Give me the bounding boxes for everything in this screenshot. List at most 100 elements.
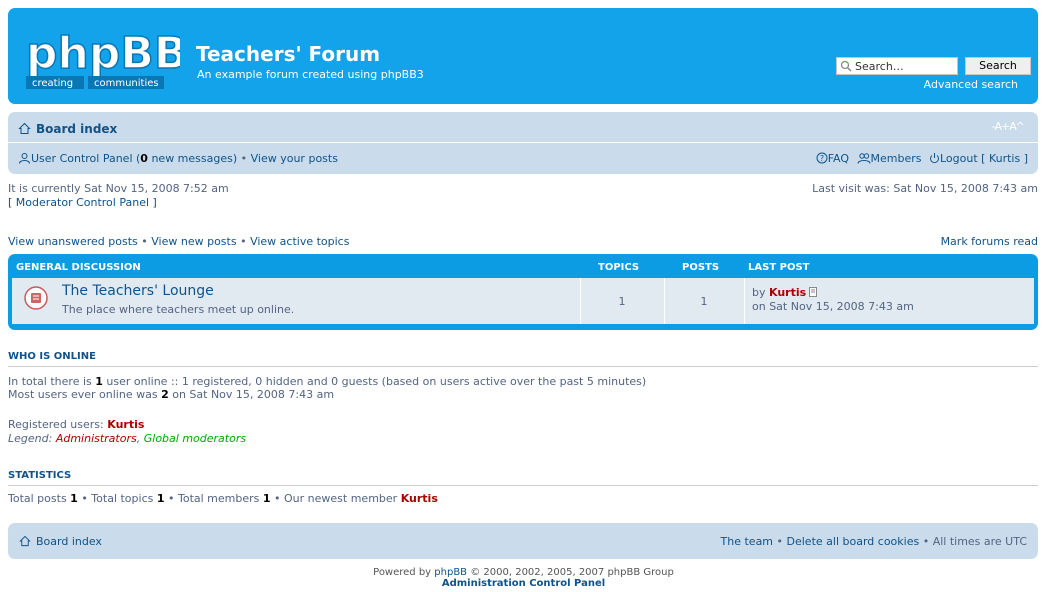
advanced-search-link[interactable]: Advanced search	[924, 78, 1018, 91]
newest-member-label: • Our newest member	[270, 492, 401, 505]
search-button[interactable]: Search	[965, 57, 1031, 75]
home-icon[interactable]	[18, 122, 31, 135]
navbar-top-row: Board index -A+A^	[8, 112, 1038, 143]
last-post-by: by	[752, 286, 769, 299]
online-total-post: user online :: 1 registered, 0 hidden an…	[102, 375, 647, 388]
forum-row: The Teachers' Lounge The place where tea…	[12, 278, 1034, 324]
view-latest-post-icon[interactable]	[809, 287, 818, 297]
members-link[interactable]: Members	[871, 152, 922, 165]
last-post-user-link[interactable]: Kurtis	[769, 286, 806, 299]
column-divider	[580, 278, 581, 324]
forum-posts-count: 1	[700, 295, 708, 308]
search-placeholder: Search…	[855, 60, 904, 73]
unanswered-posts-link[interactable]: View unanswered posts	[8, 235, 138, 248]
search-input[interactable]: Search…	[836, 57, 958, 75]
search-links: View unanswered posts • View new posts •…	[8, 235, 349, 248]
font-resize-icon[interactable]: -A+A^	[992, 120, 1025, 133]
logout-icon	[930, 153, 939, 164]
forum-topics-count: 1	[618, 295, 626, 308]
faq-link[interactable]: FAQ	[828, 152, 849, 165]
new-messages-suffix: new messages)	[147, 152, 238, 165]
online-record-pre: Most users ever online was	[8, 388, 162, 401]
separator: •	[237, 152, 251, 165]
user-icon	[19, 153, 30, 164]
legend-separator: ,	[136, 432, 144, 445]
mark-forums-read-link[interactable]: Mark forums read	[941, 235, 1038, 248]
the-team-link[interactable]: The team	[721, 535, 774, 548]
divider	[8, 485, 1038, 486]
column-divider	[744, 278, 745, 324]
current-time: It is currently Sat Nov 15, 2008 7:52 am	[8, 182, 229, 195]
online-record-post: on Sat Nov 15, 2008 7:43 am	[168, 388, 335, 401]
ucp-label: User Control Panel (	[31, 152, 141, 165]
nav-right-links: ? FAQ Members Logout [ Kurtis ]	[816, 152, 1028, 165]
posts-header: POSTS	[682, 262, 720, 273]
separator: •	[236, 235, 251, 248]
logout-group: Logout [ Kurtis ]	[929, 152, 1028, 165]
total-topics-label: • Total topics	[77, 492, 157, 505]
administration-control-panel-link[interactable]: Administration Control Panel	[442, 578, 605, 589]
phpbb-logo[interactable]: phpBB creating communities	[24, 30, 180, 92]
last-visit: Last visit was: Sat Nov 15, 2008 7:43 am	[812, 182, 1038, 195]
total-posts-label: Total posts	[8, 492, 71, 505]
timezone-note: All times are UTC	[932, 535, 1027, 548]
home-icon[interactable]	[19, 535, 31, 547]
divider	[8, 366, 1038, 367]
total-members-label: • Total members	[164, 492, 263, 505]
total-topics: 1	[156, 492, 165, 505]
copyright: Powered by phpBB © 2000, 2002, 2005, 200…	[0, 567, 1047, 589]
ucp-link[interactable]: User Control Panel (0 new messages)	[31, 152, 237, 165]
search-icon	[840, 60, 852, 72]
total-members: 1	[262, 492, 271, 505]
logo-tagline-right: communities	[94, 78, 159, 89]
online-record-count: 2	[161, 388, 169, 401]
separator: •	[137, 235, 152, 248]
site-header: phpBB creating communities Teachers' For…	[8, 8, 1038, 104]
who-is-online-title[interactable]: WHO IS ONLINE	[8, 351, 96, 362]
legend-label: Legend:	[8, 432, 56, 445]
last-post-time: on Sat Nov 15, 2008 7:43 am	[752, 300, 914, 313]
svg-text:?: ?	[820, 154, 824, 163]
powered-by-post: © 2000, 2002, 2005, 2007 phpBB Group	[467, 567, 674, 578]
delete-cookies-link[interactable]: Delete all board cookies	[787, 535, 920, 548]
site-title: Teachers' Forum	[196, 42, 381, 66]
online-total-pre: In total there is	[8, 375, 96, 388]
statistics-line: Total posts 1 • Total topics 1 • Total m…	[8, 492, 438, 505]
view-your-posts-link[interactable]: View your posts	[251, 152, 338, 165]
statistics-title: STATISTICS	[8, 470, 72, 481]
online-total: In total there is 1 user online :: 1 reg…	[8, 375, 646, 388]
separator: •	[773, 535, 787, 548]
forum-title-link[interactable]: The Teachers' Lounge	[62, 283, 214, 299]
new-posts-link[interactable]: View new posts	[151, 235, 236, 248]
board-index-link[interactable]: Board index	[36, 122, 117, 136]
forum-category-box: GENERAL DISCUSSION TOPICS POSTS LAST POS…	[8, 254, 1038, 330]
site-description: An example forum created using phpBB3	[197, 68, 424, 81]
logo-text: phpBB	[26, 30, 180, 79]
global-moderators-link[interactable]: Global moderators	[144, 432, 246, 445]
topics-header: TOPICS	[598, 262, 640, 273]
online-record: Most users ever online was 2 on Sat Nov …	[8, 388, 334, 401]
navbar: Board index -A+A^ User Control Panel (0 …	[8, 112, 1038, 174]
footer-navbar: Board index The team • Delete all board …	[8, 523, 1038, 559]
faq-icon: ?	[816, 152, 828, 164]
phpbb-link[interactable]: phpBB	[434, 567, 467, 578]
forum-read-icon	[24, 286, 48, 310]
newest-member-link[interactable]: Kurtis	[401, 492, 438, 505]
navbar-bottom-row: User Control Panel (0 new messages) • Vi…	[8, 143, 1038, 174]
logout-link[interactable]: Logout [ Kurtis ]	[940, 152, 1028, 165]
legend: Legend: Administrators, Global moderator…	[8, 432, 246, 445]
powered-by: Powered by phpBB © 2000, 2002, 2005, 200…	[0, 567, 1047, 578]
total-posts: 1	[70, 492, 78, 505]
category-header[interactable]: GENERAL DISCUSSION	[16, 262, 141, 273]
user-control-links: User Control Panel (0 new messages) • Vi…	[18, 152, 338, 165]
members-group: Members	[857, 152, 922, 165]
online-total-count: 1	[95, 375, 103, 388]
forum-last-post: by Kurtis on Sat Nov 15, 2008 7:43 am	[752, 286, 914, 314]
active-topics-link[interactable]: View active topics	[250, 235, 349, 248]
administrators-link[interactable]: Administrators	[56, 432, 137, 445]
separator: •	[919, 535, 933, 548]
footer-board-index-link[interactable]: Board index	[36, 535, 102, 548]
registered-user-link[interactable]: Kurtis	[107, 418, 144, 431]
moderator-control-panel-link[interactable]: [ Moderator Control Panel ]	[8, 196, 157, 209]
logo-tagline-left: creating	[32, 78, 73, 89]
